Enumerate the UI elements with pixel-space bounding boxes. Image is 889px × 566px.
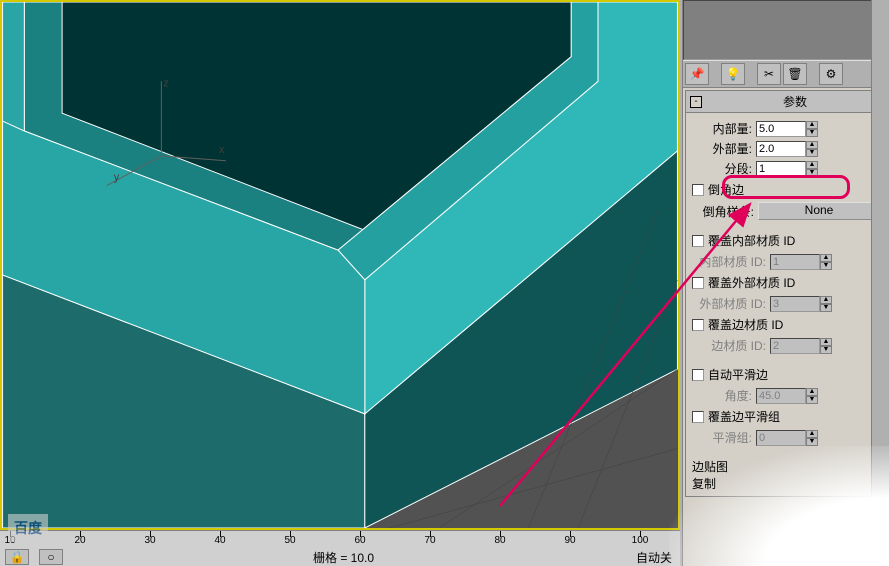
- viewport-canvas[interactable]: z x y: [2, 2, 678, 528]
- edge-mat-id-label: 边材质 ID:: [692, 337, 766, 354]
- outer-mat-id-input[interactable]: [770, 296, 820, 312]
- spinner-down-icon[interactable]: ▼: [806, 149, 818, 157]
- collapse-icon[interactable]: -: [690, 96, 702, 108]
- spinner-up-icon[interactable]: ▲: [820, 296, 832, 304]
- spinner-down-icon[interactable]: ▼: [820, 346, 832, 354]
- auto-smooth-checkbox[interactable]: [692, 369, 704, 381]
- copy-label: 复制: [692, 475, 880, 492]
- axis-z-label: z: [163, 77, 168, 89]
- watermark-logo: 百度: [8, 514, 48, 542]
- spinner-up-icon[interactable]: ▲: [806, 141, 818, 149]
- outer-mat-id-label: 外部材质 ID:: [692, 295, 766, 312]
- spinner-up-icon[interactable]: ▲: [820, 254, 832, 262]
- spinner-down-icon[interactable]: ▼: [806, 438, 818, 446]
- spinner-up-icon[interactable]: ▲: [806, 121, 818, 129]
- spinner-down-icon[interactable]: ▼: [806, 169, 818, 177]
- inner-mat-id-label: 内部材质 ID:: [692, 253, 766, 270]
- viewport[interactable]: z x y: [0, 0, 680, 530]
- watermark-text: jingy: [840, 535, 869, 551]
- spinner-up-icon[interactable]: ▲: [820, 338, 832, 346]
- axis-y-label: y: [114, 172, 120, 184]
- remove-button[interactable]: ✂: [757, 63, 781, 85]
- override-smooth-group-checkbox[interactable]: [692, 411, 704, 423]
- spinner-up-icon[interactable]: ▲: [806, 388, 818, 396]
- angle-label: 角度:: [692, 387, 752, 404]
- pin-button[interactable]: 📌: [685, 63, 709, 85]
- rollout-title: 参数: [708, 93, 882, 110]
- rollout-header[interactable]: - 参数: [686, 91, 886, 113]
- side-panel: 📌 💡 ✂ 🗑 ⚙ - 参数 内部量: ▲ ▼: [682, 0, 889, 566]
- edge-mat-id-input[interactable]: [770, 338, 820, 354]
- spinner-down-icon[interactable]: ▼: [806, 129, 818, 137]
- light-button[interactable]: 💡: [721, 63, 745, 85]
- preview-area: [683, 0, 889, 60]
- inner-amount-label: 内部量:: [692, 120, 752, 137]
- params-rollout: - 参数 内部量: ▲ ▼ 外部量:: [685, 90, 887, 497]
- spinner-down-icon[interactable]: ▼: [820, 262, 832, 270]
- override-inner-mat-checkbox[interactable]: [692, 235, 704, 247]
- auto-smooth-label: 自动平滑边: [708, 366, 768, 383]
- spinner-down-icon[interactable]: ▼: [806, 396, 818, 404]
- override-outer-mat-label: 覆盖外部材质 ID: [708, 274, 795, 291]
- override-edge-mat-checkbox[interactable]: [692, 319, 704, 331]
- smooth-group-input[interactable]: [756, 430, 806, 446]
- override-outer-mat-checkbox[interactable]: [692, 277, 704, 289]
- segments-input[interactable]: [756, 161, 806, 177]
- splitter[interactable]: [871, 0, 889, 566]
- override-smooth-group-label: 覆盖边平滑组: [708, 408, 780, 425]
- grid-label: 栅格 = 10.0: [313, 549, 374, 566]
- chamfer-label: 倒角边: [708, 181, 744, 198]
- inner-mat-id-input[interactable]: [770, 254, 820, 270]
- chamfer-spline-label: 倒角样条:: [692, 203, 754, 220]
- edge-map-label: 边贴图: [692, 458, 880, 475]
- spinner-up-icon[interactable]: ▲: [806, 161, 818, 169]
- status-bar: 🔒 ○ 栅格 = 10.0 自动关: [0, 548, 680, 566]
- ruler-horizontal: 10 20 30 40 50 60 70 80 90 100: [0, 530, 680, 548]
- segments-label: 分段:: [692, 160, 752, 177]
- smooth-group-label: 平滑组:: [692, 429, 752, 446]
- outer-amount-label: 外部量:: [692, 140, 752, 157]
- override-edge-mat-label: 覆盖边材质 ID: [708, 316, 783, 333]
- outer-amount-input[interactable]: [756, 141, 806, 157]
- inner-amount-input[interactable]: [756, 121, 806, 137]
- override-inner-mat-label: 覆盖内部材质 ID: [708, 232, 795, 249]
- key-button[interactable]: ○: [39, 549, 63, 565]
- auto-label: 自动关: [636, 549, 672, 566]
- chamfer-checkbox[interactable]: [692, 184, 704, 196]
- chamfer-spline-button[interactable]: None: [758, 202, 880, 220]
- trash-button[interactable]: 🗑: [783, 63, 807, 85]
- spinner-down-icon[interactable]: ▼: [820, 304, 832, 312]
- spinner-up-icon[interactable]: ▲: [806, 430, 818, 438]
- command-row: 📌 💡 ✂ 🗑 ⚙: [683, 60, 889, 88]
- config-button[interactable]: ⚙: [819, 63, 843, 85]
- angle-input[interactable]: [756, 388, 806, 404]
- axis-x-label: x: [219, 144, 225, 156]
- lock-button[interactable]: 🔒: [5, 549, 29, 565]
